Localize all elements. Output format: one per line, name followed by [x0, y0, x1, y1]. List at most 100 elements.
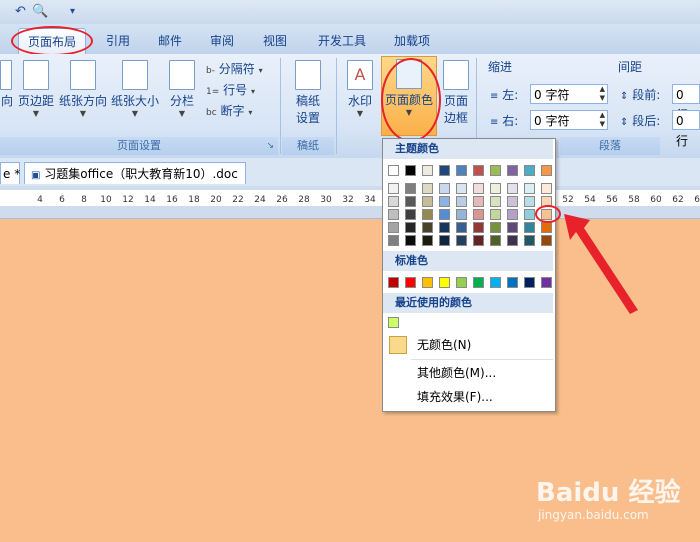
- theme-color-shade-swatch[interactable]: [473, 183, 484, 194]
- theme-color-shade-swatch[interactable]: [490, 235, 501, 246]
- draft-settings-button[interactable]: 稿纸 设置: [288, 58, 328, 134]
- breaks-button[interactable]: b- 分隔符 ▾: [206, 60, 263, 78]
- indent-right-input[interactable]: 0 字符 ▲ ▼: [530, 110, 608, 130]
- theme-color-shade-swatch[interactable]: [524, 183, 535, 194]
- theme-color-shade-swatch[interactable]: [456, 196, 467, 207]
- theme-color-swatch[interactable]: [507, 165, 518, 176]
- standard-color-swatch[interactable]: [473, 277, 484, 288]
- theme-color-shade-swatch[interactable]: [422, 209, 433, 220]
- hyphenation-button[interactable]: bc 断字 ▾: [206, 102, 252, 120]
- theme-color-shade-swatch[interactable]: [388, 209, 399, 220]
- ruler-tick: 20: [210, 195, 222, 205]
- document-tabs: e * ▣ 习题集office（职大教育新10）.doc: [0, 158, 700, 187]
- orientation-button[interactable]: 纸张方向 ▼: [58, 58, 108, 134]
- spacing-before-input[interactable]: 0 行: [672, 84, 700, 122]
- tab-references[interactable]: 引用: [98, 30, 138, 52]
- theme-color-shade-swatch[interactable]: [388, 222, 399, 233]
- theme-color-shade-swatch[interactable]: [456, 183, 467, 194]
- theme-color-shade-swatch[interactable]: [456, 222, 467, 233]
- text-direction-button[interactable]: 向: [0, 58, 14, 134]
- theme-color-shade-swatch[interactable]: [507, 183, 518, 194]
- theme-color-swatch[interactable]: [422, 165, 433, 176]
- theme-color-shade-swatch[interactable]: [490, 183, 501, 194]
- theme-color-shade-swatch[interactable]: [422, 183, 433, 194]
- standard-color-swatch[interactable]: [507, 277, 518, 288]
- theme-color-shade-swatch[interactable]: [541, 183, 552, 194]
- theme-color-shade-swatch[interactable]: [422, 235, 433, 246]
- standard-color-swatch[interactable]: [388, 277, 399, 288]
- standard-color-swatch[interactable]: [456, 277, 467, 288]
- undo-icon[interactable]: ↶: [12, 3, 29, 20]
- theme-color-shade-swatch[interactable]: [405, 196, 416, 207]
- theme-color-swatch[interactable]: [388, 165, 399, 176]
- doc-tab-previous[interactable]: e *: [0, 162, 20, 184]
- chevron-down-icon: ▼: [79, 109, 87, 118]
- theme-color-shade-swatch[interactable]: [439, 222, 450, 233]
- watermark-button[interactable]: A 水印 ▼: [342, 58, 378, 134]
- theme-color-shade-swatch[interactable]: [473, 235, 484, 246]
- margins-button[interactable]: 页边距 ▼: [16, 58, 56, 134]
- doc-tab-current[interactable]: ▣ 习题集office（职大教育新10）.doc: [24, 162, 246, 184]
- theme-color-shade-swatch[interactable]: [490, 209, 501, 220]
- ribbon: 向 页边距 ▼ 纸张方向 ▼ 纸张大小 ▼ 分栏 ▼ b- 分隔符 ▾ 1= 行…: [0, 54, 700, 158]
- theme-color-swatch[interactable]: [473, 165, 484, 176]
- ruler-tick: 14: [144, 195, 156, 205]
- theme-color-shade-swatch[interactable]: [507, 235, 518, 246]
- page-borders-button[interactable]: 页面 边框: [440, 58, 472, 134]
- standard-color-swatch[interactable]: [490, 277, 501, 288]
- theme-color-shade-swatch[interactable]: [490, 196, 501, 207]
- theme-color-shade-swatch[interactable]: [507, 196, 518, 207]
- tab-review[interactable]: 审阅: [202, 30, 242, 52]
- customize-qat-icon[interactable]: ▾: [64, 3, 81, 20]
- fill-effects-item[interactable]: 填充效果(F)...: [383, 385, 553, 409]
- theme-color-shade-swatch[interactable]: [405, 222, 416, 233]
- tab-developer[interactable]: 开发工具: [310, 30, 374, 52]
- more-colors-item[interactable]: 其他颜色(M)...: [383, 361, 553, 385]
- theme-color-shade-swatch[interactable]: [439, 183, 450, 194]
- spinner-icon[interactable]: ▲ ▼: [600, 111, 605, 129]
- theme-color-swatch[interactable]: [541, 165, 552, 176]
- theme-color-shade-swatch[interactable]: [507, 209, 518, 220]
- theme-color-shade-swatch[interactable]: [473, 196, 484, 207]
- theme-color-shade-swatch[interactable]: [422, 196, 433, 207]
- indent-left-input[interactable]: 0 字符 ▲ ▼: [530, 84, 608, 104]
- standard-color-swatch[interactable]: [405, 277, 416, 288]
- spinner-icon[interactable]: ▲ ▼: [600, 85, 605, 103]
- theme-color-shade-swatch[interactable]: [405, 209, 416, 220]
- theme-color-shade-swatch[interactable]: [388, 183, 399, 194]
- no-color-item[interactable]: 无颜色(N): [383, 333, 553, 357]
- line-numbers-button[interactable]: 1= 行号 ▾: [206, 81, 255, 99]
- print-preview-icon[interactable]: 🔍: [32, 3, 49, 20]
- standard-color-swatch[interactable]: [439, 277, 450, 288]
- theme-color-swatch[interactable]: [490, 165, 501, 176]
- page-borders-label-2: 边框: [443, 111, 468, 125]
- theme-color-swatch[interactable]: [405, 165, 416, 176]
- theme-color-shade-swatch[interactable]: [456, 235, 467, 246]
- watermark-label: 水印: [347, 94, 372, 108]
- theme-color-shade-swatch[interactable]: [439, 196, 450, 207]
- theme-color-shade-swatch[interactable]: [405, 183, 416, 194]
- theme-color-shade-swatch[interactable]: [456, 209, 467, 220]
- recent-color-swatch[interactable]: [388, 317, 399, 328]
- dialog-launcher-icon[interactable]: ↘: [266, 137, 274, 155]
- theme-color-shade-swatch[interactable]: [388, 235, 399, 246]
- columns-button[interactable]: 分栏 ▼: [164, 58, 200, 134]
- spacing-after-input[interactable]: 0 行: [672, 110, 700, 148]
- theme-color-swatch[interactable]: [439, 165, 450, 176]
- theme-color-shade-swatch[interactable]: [507, 222, 518, 233]
- theme-color-shade-swatch[interactable]: [388, 196, 399, 207]
- theme-color-shade-swatch[interactable]: [405, 235, 416, 246]
- theme-color-swatch[interactable]: [456, 165, 467, 176]
- theme-color-shade-swatch[interactable]: [473, 209, 484, 220]
- theme-color-swatch[interactable]: [524, 165, 535, 176]
- theme-color-shade-swatch[interactable]: [490, 222, 501, 233]
- theme-color-shade-swatch[interactable]: [422, 222, 433, 233]
- theme-color-shade-swatch[interactable]: [473, 222, 484, 233]
- size-button[interactable]: 纸张大小 ▼: [110, 58, 160, 134]
- tab-view[interactable]: 视图: [255, 30, 295, 52]
- standard-color-swatch[interactable]: [422, 277, 433, 288]
- tab-mailings[interactable]: 邮件: [150, 30, 190, 52]
- theme-color-shade-swatch[interactable]: [439, 209, 450, 220]
- theme-color-shade-swatch[interactable]: [439, 235, 450, 246]
- tab-addins[interactable]: 加载项: [386, 30, 438, 52]
